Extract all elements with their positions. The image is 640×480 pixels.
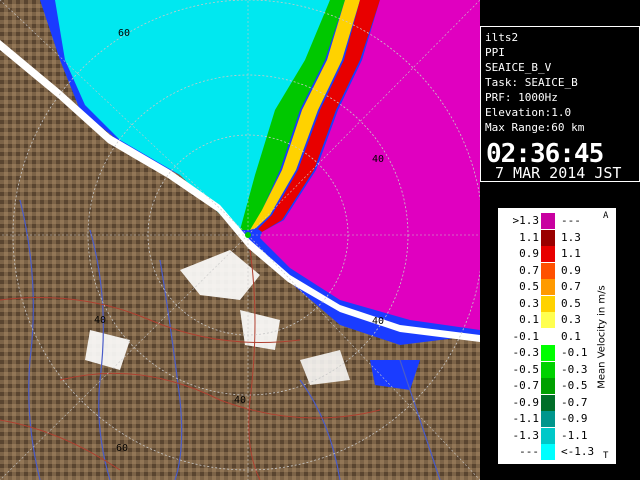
legend-lower-bound: -0.3 (512, 346, 540, 359)
legend-lower-bound: 0.7 (519, 263, 539, 277)
range-label: 40 (94, 315, 106, 326)
legend-row: -0.3 -0.1 (499, 345, 599, 361)
info-product: SEAICE_B_V (485, 61, 552, 74)
legend-title-text: Mean Velocity in m/s (596, 285, 608, 389)
legend-color-swatch (541, 312, 555, 328)
legend-row: 0.9 1.1 (499, 246, 599, 262)
legend-row: 1.1 1.3 (499, 229, 599, 246)
legend-lower-bound: 0.9 (519, 247, 539, 260)
legend-lower-bound: 0.1 (519, 313, 539, 326)
info-elevation: Elevation:1.0 (485, 106, 572, 119)
legend-mark-bottom: T (603, 451, 609, 461)
legend-row: 0.5 0.7 (499, 279, 599, 295)
legend-lower-bound: 1.1 (519, 230, 539, 244)
legend-color-swatch (541, 378, 555, 394)
legend-lower-bound: -1.1 (512, 412, 540, 425)
legend-lower-bound: >1.3 (512, 214, 540, 227)
scan-date: 7 MAR 2014 JST (495, 164, 622, 182)
legend-lower-bound: -1.3 (512, 428, 540, 442)
legend-color-swatch (541, 427, 555, 444)
legend-row: >1.3 --- (499, 213, 599, 229)
radar-ppi-display[interactable]: 60 40 40 40 40 60 (0, 0, 480, 480)
legend-row: -0.7 -0.5 (499, 378, 599, 394)
legend-color-swatch (541, 295, 555, 312)
info-scan-mode: PPI (485, 46, 505, 59)
legend-color-swatch (541, 361, 555, 378)
legend-lower-bound: -0.9 (512, 395, 540, 409)
legend-color-swatch (541, 345, 555, 361)
legend-color-swatch (541, 411, 555, 427)
legend-color-swatch (541, 444, 555, 460)
legend-row: -1.3 -1.1 (499, 427, 599, 444)
legend-row: --- <-1.3 (499, 444, 599, 460)
range-label: 40 (372, 154, 384, 165)
info-max-range: Max Range:60 km (485, 121, 585, 134)
velocity-legend: >1.3 --- 1.1 1.3 0.9 1.1 0.7 0.9 0.5 0.7 0.3 0.5 0.1… (498, 208, 616, 464)
legend-color-swatch (541, 229, 555, 246)
legend-color-swatch (541, 279, 555, 295)
legend-row: 0.7 0.9 (499, 262, 599, 279)
range-label: 40 (372, 316, 384, 327)
info-radar-name: ilts2 (485, 31, 519, 44)
info-task: Task: SEAICE_B (485, 76, 578, 89)
radar-info-panel: ilts2 PPI SEAICE_B_V Task: SEAICE_B PRF:… (480, 26, 640, 182)
legend-mark-top: A (603, 211, 609, 221)
legend-row: -0.1 0.1 (499, 328, 599, 345)
legend-color-swatch (541, 213, 555, 229)
legend-color-swatch (541, 262, 555, 279)
legend-row: -0.9 -0.7 (499, 394, 599, 411)
range-label: 60 (118, 28, 130, 39)
legend-lower-bound: -0.7 (512, 379, 540, 392)
legend-title: Mean Velocity in m/s (587, 209, 617, 465)
legend-lower-bound: -0.1 (512, 329, 540, 343)
legend-row: 0.3 0.5 (499, 295, 599, 312)
legend-color-swatch (541, 394, 555, 411)
legend-lower-bound: 0.3 (519, 296, 539, 310)
radar-site-marker (245, 232, 251, 238)
legend-row: -0.5 -0.3 (499, 361, 599, 378)
range-label: 40 (234, 395, 246, 406)
legend-lower-bound: 0.5 (519, 280, 539, 293)
legend-color-swatch (541, 246, 555, 262)
legend-lower-bound: -0.5 (512, 362, 540, 376)
range-label: 60 (116, 443, 128, 454)
info-prf: PRF: 1000Hz (485, 91, 558, 104)
legend-color-swatch (541, 328, 555, 345)
legend-row: 0.1 0.3 (499, 312, 599, 328)
legend-lower-bound: --- (519, 445, 539, 458)
legend-row: -1.1 -0.9 (499, 411, 599, 427)
